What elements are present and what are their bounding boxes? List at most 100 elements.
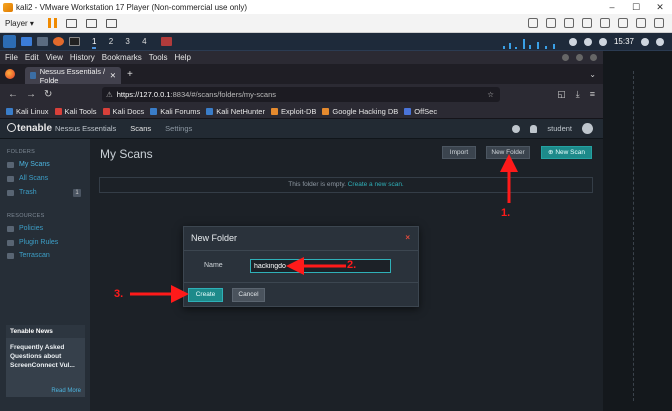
- firefox-view-icon[interactable]: [5, 69, 15, 79]
- usb-icon[interactable]: [582, 18, 592, 28]
- message-icon[interactable]: [654, 18, 664, 28]
- tab-title: Nessus Essentials / Folde: [39, 66, 106, 85]
- close-icon[interactable]: ✕: [648, 2, 672, 13]
- firefox-icon[interactable]: [53, 37, 64, 46]
- avatar[interactable]: [582, 123, 593, 134]
- dialog-close-icon[interactable]: ×: [405, 233, 410, 242]
- firefox-minimize-icon[interactable]: [562, 54, 569, 61]
- bookmark-google-hacking-db[interactable]: Google Hacking DB: [322, 107, 398, 116]
- menu-edit[interactable]: Edit: [25, 53, 39, 62]
- import-button[interactable]: Import: [442, 146, 476, 159]
- list-tabs-icon[interactable]: ⌄: [589, 70, 596, 79]
- network-icon[interactable]: [564, 18, 574, 28]
- folder-icon: [7, 175, 14, 182]
- disk-icon[interactable]: [528, 18, 538, 28]
- sidebar-item-policies[interactable]: Policies: [7, 225, 43, 232]
- pause-icon[interactable]: [47, 18, 57, 28]
- kali-taskbar: 1 2 3 4 15:37: [0, 33, 672, 51]
- resources-header: RESOURCES: [7, 213, 45, 219]
- fullscreen-icon[interactable]: [105, 18, 117, 28]
- bookmark-kali-docs[interactable]: Kali Docs: [102, 107, 144, 116]
- bookmark-star-icon[interactable]: ☆: [487, 90, 494, 99]
- menu-file[interactable]: File: [5, 53, 18, 62]
- sidebar-item-my-scans[interactable]: My Scans: [7, 161, 50, 168]
- firefox-maximize-icon[interactable]: [576, 54, 583, 61]
- kali-menu-icon[interactable]: [3, 35, 16, 48]
- minimize-icon[interactable]: –: [600, 2, 624, 13]
- create-scan-link[interactable]: Create a new scan.: [348, 181, 404, 188]
- tab-close-icon[interactable]: ✕: [110, 71, 116, 80]
- firefox-close-icon[interactable]: [590, 54, 597, 61]
- menu-view[interactable]: View: [46, 53, 63, 62]
- tab-nessus[interactable]: Nessus Essentials / Folde ✕: [25, 66, 121, 85]
- desktop-icon[interactable]: [21, 37, 32, 46]
- new-folder-button[interactable]: New Folder: [486, 146, 530, 159]
- folders-header: FOLDERS: [7, 149, 36, 155]
- files-icon[interactable]: [37, 37, 48, 46]
- sidebar-item-all-scans[interactable]: All Scans: [7, 175, 48, 182]
- news-body[interactable]: Frequently Asked Questions about ScreenC…: [10, 343, 82, 370]
- new-tab-icon[interactable]: +: [127, 69, 133, 80]
- workspace-2[interactable]: 2: [109, 37, 113, 46]
- window-controls: – ☐ ✕: [600, 2, 672, 13]
- app-menu-icon[interactable]: ≡: [590, 89, 595, 100]
- user-name[interactable]: student: [547, 124, 572, 133]
- trash-icon: [7, 189, 14, 196]
- back-icon[interactable]: ←: [8, 89, 18, 100]
- power-icon[interactable]: [598, 37, 607, 46]
- sidebar-item-terrascan[interactable]: Terrascan: [7, 252, 50, 259]
- help-icon[interactable]: [512, 124, 521, 133]
- forward-icon[interactable]: →: [26, 89, 36, 100]
- bookmark-offsec[interactable]: OffSec: [404, 107, 437, 116]
- printer-icon[interactable]: [618, 18, 628, 28]
- workspace-1[interactable]: 1: [92, 37, 97, 49]
- news-read-more[interactable]: Read More: [51, 388, 81, 394]
- new-scan-button[interactable]: ⊕ New Scan: [541, 146, 592, 159]
- pocket-icon[interactable]: ◱: [557, 89, 566, 100]
- bookmark-kali-nethunter[interactable]: Kali NetHunter: [206, 107, 265, 116]
- notification-icon[interactable]: [583, 37, 592, 46]
- tenable-news-panel: Tenable News Frequently Asked Questions …: [6, 325, 85, 397]
- create-button[interactable]: Create: [188, 288, 223, 302]
- device-icons: [528, 18, 664, 28]
- sound-icon[interactable]: [600, 18, 610, 28]
- menu-bookmarks[interactable]: Bookmarks: [102, 53, 142, 62]
- sidebar-item-plugin-rules[interactable]: Plugin Rules: [7, 239, 58, 246]
- bookmark-kali-linux[interactable]: Kali Linux: [6, 107, 49, 116]
- downloads-icon[interactable]: ⤓: [576, 89, 580, 100]
- bookmark-kali-forums[interactable]: Kali Forums: [150, 107, 200, 116]
- display-icon[interactable]: [636, 18, 646, 28]
- fit-guest-icon[interactable]: [85, 18, 97, 28]
- bookmark-kali-tools[interactable]: Kali Tools: [54, 107, 97, 116]
- cd-icon[interactable]: [546, 18, 556, 28]
- volume-icon[interactable]: [568, 37, 577, 46]
- menu-tools[interactable]: Tools: [149, 53, 168, 62]
- workspace-switcher: 1 2 3 4: [92, 37, 157, 49]
- menu-help[interactable]: Help: [174, 53, 190, 62]
- tenable-logo[interactable]: tenable: [7, 123, 52, 134]
- send-keys-icon[interactable]: [65, 18, 77, 28]
- nav-scans[interactable]: Scans: [130, 124, 151, 133]
- page-title: My Scans: [100, 147, 153, 161]
- workspace-3[interactable]: 3: [125, 37, 129, 46]
- reload-icon[interactable]: ↻: [44, 89, 52, 100]
- site-info-icon[interactable]: ⚠: [106, 90, 113, 99]
- terminal-icon[interactable]: [69, 37, 80, 46]
- lock-icon[interactable]: [641, 37, 649, 46]
- sidebar-item-trash[interactable]: Trash 1: [7, 188, 81, 197]
- menu-history[interactable]: History: [70, 53, 95, 62]
- maximize-icon[interactable]: ☐: [624, 2, 648, 13]
- notifications-icon[interactable]: [530, 124, 538, 133]
- player-menu[interactable]: Player ▾: [5, 19, 34, 28]
- nessus-favicon-icon: [30, 72, 36, 79]
- bookmark-exploit-db[interactable]: Exploit-DB: [270, 107, 316, 116]
- cancel-button[interactable]: Cancel: [232, 288, 265, 302]
- nav-settings[interactable]: Settings: [165, 124, 192, 133]
- session-icon[interactable]: [656, 37, 664, 46]
- workspace-4[interactable]: 4: [142, 37, 146, 46]
- url-bar[interactable]: ⚠ https://127.0.0.1 :8834/#/scans/folder…: [102, 87, 500, 102]
- annotation-step2: 2.: [347, 259, 357, 271]
- folder-name-input[interactable]: [250, 259, 391, 273]
- firefox-tabbar: Nessus Essentials / Folde ✕ + ⌄: [0, 64, 603, 85]
- firefox-window-icon[interactable]: [160, 37, 172, 46]
